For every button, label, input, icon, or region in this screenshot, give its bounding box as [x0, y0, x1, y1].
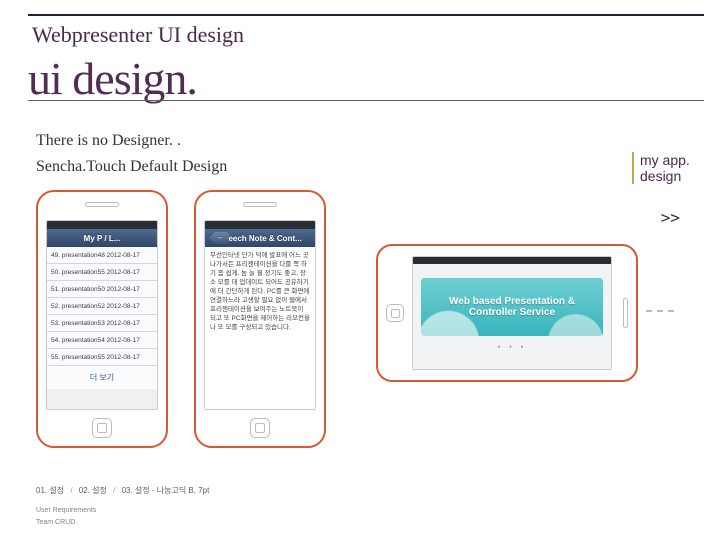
right-sidebar-label: my app. design [632, 152, 702, 184]
phone-screen: My P / L... 49. presentation48 2012-08-1… [46, 220, 158, 410]
subtitle-line-2: Sencha.Touch Default Design [36, 158, 227, 176]
status-bar [47, 221, 157, 229]
connector-line [646, 310, 674, 312]
list-item[interactable]: 50. presentation55 2012-08-17 [47, 264, 157, 281]
list-item[interactable]: 55. presentation55 2012-08-17 [47, 349, 157, 366]
phone-mock-landscape: Web based Presentation & Controller Serv… [376, 244, 638, 382]
footnote-requirements: User Requirements [36, 507, 96, 514]
phone-screen: Web based Presentation & Controller Serv… [412, 256, 612, 370]
list-item[interactable]: 52. presentation52 2012-08-17 [47, 298, 157, 315]
status-bar [413, 257, 611, 264]
list-item[interactable]: 53. presentation53 2012-08-17 [47, 315, 157, 332]
presentation-list: 49. presentation48 2012-08-17 50. presen… [47, 247, 157, 389]
list-item[interactable]: 51. presentation50 2012-08-17 [47, 281, 157, 298]
home-button-icon[interactable] [250, 418, 270, 438]
home-button-icon[interactable] [386, 304, 404, 322]
phone-speaker-icon [623, 298, 628, 328]
page-title: Webpresenter UI design [32, 22, 244, 48]
nav-title: Speech Note & Cont... [218, 234, 302, 243]
footer-item: 03. 설정 - 나눔고딕 B, 7pt [122, 486, 210, 495]
phone-mock-portrait-list: My P / L... 49. presentation48 2012-08-1… [36, 190, 168, 448]
subtitle-line-1: There is no Designer. . [36, 132, 181, 150]
status-bar [205, 221, 315, 229]
footer-item: 01. 설정 [36, 486, 64, 495]
sub-rule [28, 100, 704, 101]
separator: / [113, 486, 115, 495]
top-rule [28, 14, 704, 16]
nav-title: My P / L... [84, 234, 121, 243]
list-item[interactable]: 54. presentation54 2012-08-17 [47, 332, 157, 349]
presentation-banner[interactable]: Web based Presentation & Controller Serv… [421, 278, 603, 336]
footer-item: 02. 설정 [79, 486, 107, 495]
load-more-button[interactable]: 더 보기 [47, 366, 157, 389]
back-button[interactable]: ← [209, 232, 229, 244]
phone-speaker-icon [85, 202, 119, 207]
section-title: ui design. [28, 52, 197, 105]
footnote-team: Team CRUD [36, 519, 75, 526]
separator: / [70, 486, 72, 495]
footer-nav: 01. 설정 / 02. 설정 / 03. 설정 - 나눔고딕 B, 7pt [36, 485, 209, 496]
phone-mock-portrait-note: ← Speech Note & Cont... 무선인터넷 단가 덕에 발표에 … [194, 190, 326, 448]
banner-title: Web based Presentation & Controller Serv… [431, 296, 593, 318]
nav-bar: ← Speech Note & Cont... [205, 229, 315, 247]
home-button-icon[interactable] [92, 418, 112, 438]
nav-bar: My P / L... [47, 229, 157, 247]
speech-note-text: 무선인터넷 단가 덕에 발표에 어느 곳 나가서든 프리젠테이션을 다룰 쪽 하… [205, 247, 315, 409]
right-sidebar-arrow-icon: >> [661, 208, 680, 227]
list-item[interactable]: 49. presentation48 2012-08-17 [47, 247, 157, 264]
phone-screen: ← Speech Note & Cont... 무선인터넷 단가 덕에 발표에 … [204, 220, 316, 410]
phone-speaker-icon [243, 202, 277, 207]
pagination-dots-icon: • • • [413, 342, 611, 352]
